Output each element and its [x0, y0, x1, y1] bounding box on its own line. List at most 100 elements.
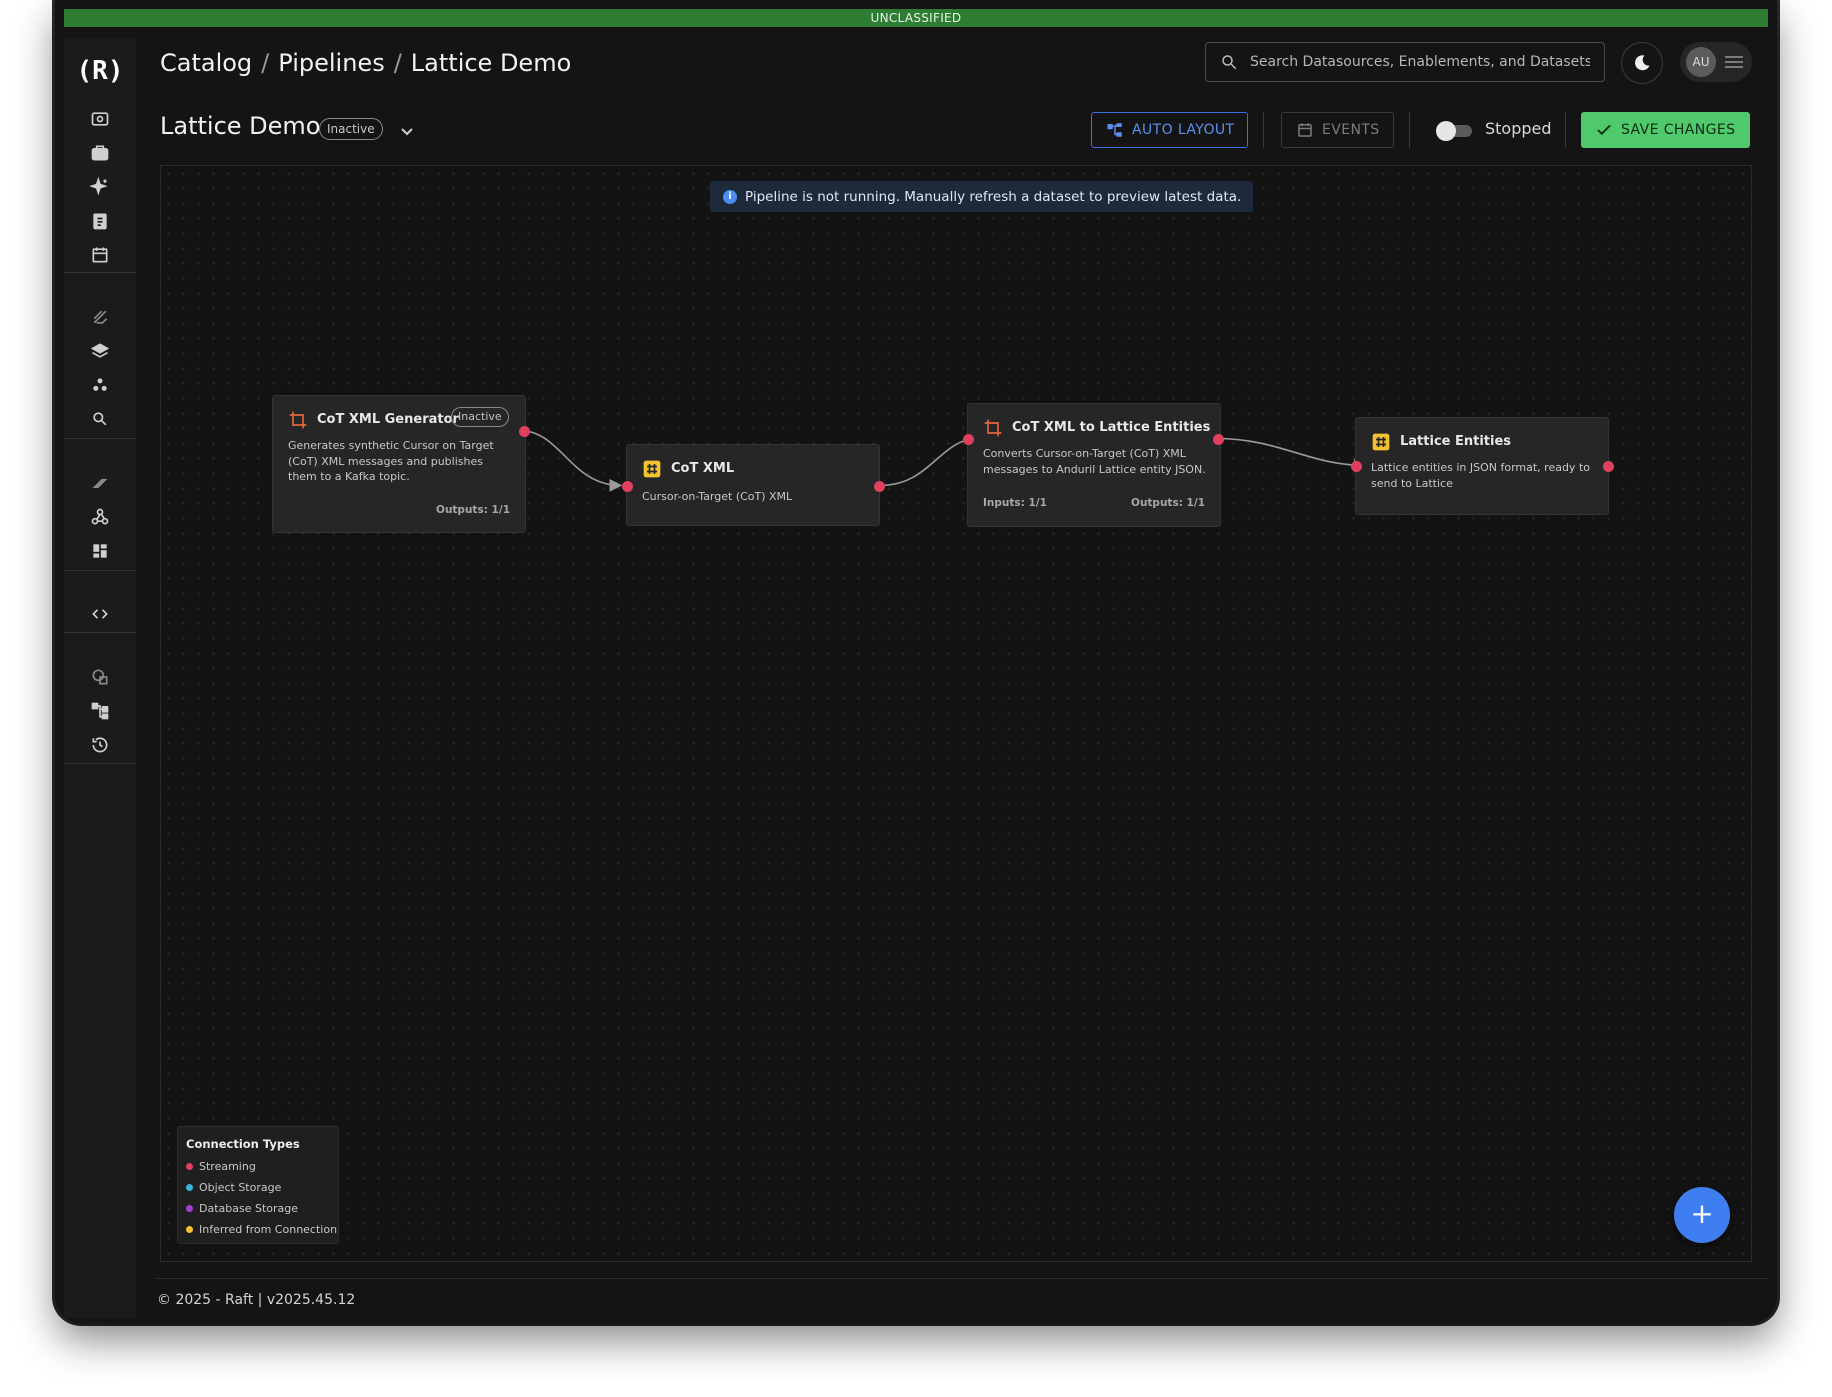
node-description: Cursor-on-Target (CoT) XML: [642, 490, 793, 503]
node-cot-xml[interactable]: CoT XML Cursor-on-Target (CoT) XML: [626, 444, 880, 526]
footer-text: © 2025 - Raft | v2025.45.12: [157, 1292, 356, 1308]
layers-icon[interactable]: [87, 338, 113, 364]
breadcrumb-separator: /: [393, 49, 402, 77]
sidebar-divider: [64, 632, 136, 633]
legend-item-label: Inferred from Connection: [199, 1223, 338, 1236]
hierarchy-icon[interactable]: [87, 698, 113, 724]
node-description: Generates synthetic Cursor on Target (Co…: [288, 439, 494, 483]
breadcrumb-separator: /: [261, 49, 270, 77]
connection-edges: [519, 429, 1367, 492]
shapes-icon[interactable]: [87, 664, 113, 690]
run-state-label: Stopped: [1485, 119, 1552, 138]
search-input[interactable]: [1248, 53, 1592, 71]
user-menu[interactable]: AU: [1680, 42, 1752, 82]
footer-divider: [155, 1278, 1768, 1279]
code-icon[interactable]: [87, 601, 113, 627]
inferred-dot-icon: [186, 1226, 193, 1233]
output-port[interactable]: [873, 480, 885, 492]
legend-item-label: Database Storage: [199, 1202, 299, 1215]
sidebar-divider: [64, 570, 136, 571]
legend-item: Streaming: [186, 1160, 256, 1173]
breadcrumb-current: Lattice Demo: [410, 49, 572, 77]
classification-banner: UNCLASSIFIED: [64, 9, 1768, 27]
node-lattice-entities[interactable]: Lattice Entities Lattice entities in JSO…: [1355, 417, 1609, 515]
node-description: Converts Cursor-on-Target (CoT) XML mess…: [983, 447, 1206, 476]
search-icon: [1222, 55, 1237, 70]
app-window: UNCLASSIFIED (R) Catalog / Pipelines / L…: [55, 0, 1777, 1323]
legend-item: Object Storage: [186, 1181, 281, 1194]
input-port[interactable]: [621, 480, 633, 492]
input-port[interactable]: [962, 433, 974, 445]
briefcase-icon[interactable]: [87, 140, 113, 166]
webhook-icon[interactable]: [87, 504, 113, 530]
sidebar-divider: [64, 438, 136, 439]
events-label: EVENTS: [1322, 122, 1380, 138]
legend-item-label: Streaming: [199, 1160, 256, 1173]
node-title: Lattice Entities: [1400, 434, 1512, 449]
output-port[interactable]: [518, 425, 530, 437]
sidebar: (R): [64, 38, 136, 1318]
crop-transform-icon: [984, 419, 1002, 437]
node-title: CoT XML to Lattice Entities: [1012, 420, 1211, 435]
calendar-icon: [1298, 123, 1312, 137]
sidebar-divider: [64, 272, 136, 273]
node-title: CoT XML: [671, 461, 735, 476]
streaming-dot-icon: [186, 1163, 193, 1170]
dashboard-icon[interactable]: [87, 538, 113, 564]
raft-logo[interactable]: (R): [64, 52, 136, 90]
eye-icon[interactable]: [87, 106, 113, 132]
node-outputs: Outputs: 1/1: [1131, 497, 1205, 509]
search-nav-icon[interactable]: [87, 406, 113, 432]
node-cot-xml-to-lattice-entities[interactable]: CoT XML to Lattice Entities Converts Cur…: [967, 403, 1221, 527]
clipboard-icon[interactable]: [87, 208, 113, 234]
events-button[interactable]: EVENTS: [1281, 112, 1394, 148]
menu-icon: [1725, 53, 1743, 71]
legend-item: Inferred from Connection: [186, 1223, 337, 1236]
legend-title: Connection Types: [186, 1137, 300, 1151]
node-title: CoT XML Generator: [317, 412, 459, 427]
sparkles-icon[interactable]: [87, 174, 113, 200]
auto-layout-label: AUTO LAYOUT: [1132, 122, 1235, 138]
node-description: Lattice entities in JSON format, ready t…: [1371, 461, 1590, 490]
lattice-icon[interactable]: [87, 470, 113, 496]
dataset-grid-icon: [643, 460, 661, 478]
moon-icon: [1635, 55, 1650, 71]
history-icon[interactable]: [87, 732, 113, 758]
avatar: AU: [1686, 47, 1716, 77]
node-inputs: Inputs: 1/1: [983, 497, 1047, 509]
node-cot-xml-generator[interactable]: CoT XML Generator Inactive Generates syn…: [272, 395, 526, 533]
chevron-down-icon[interactable]: [400, 122, 414, 141]
legend-item: Database Storage: [186, 1202, 298, 1215]
node-status-badge: Inactive: [451, 407, 509, 427]
database-storage-dot-icon: [186, 1205, 193, 1212]
output-port[interactable]: [1212, 433, 1224, 445]
group-icon[interactable]: [87, 372, 113, 398]
pipeline-status-badge: Inactive: [319, 118, 383, 140]
input-port[interactable]: [1350, 460, 1362, 472]
object-storage-dot-icon: [186, 1184, 193, 1191]
pipeline-title: Lattice Demo: [160, 112, 321, 140]
theme-toggle-button[interactable]: [1621, 42, 1663, 84]
feather-icon[interactable]: [87, 304, 113, 330]
toggle-knob: [1436, 121, 1456, 141]
toolbar-divider: [1263, 112, 1264, 148]
save-changes-button[interactable]: SAVE CHANGES: [1581, 112, 1750, 148]
add-node-button[interactable]: +: [1674, 1187, 1730, 1243]
pipeline-canvas[interactable]: i Pipeline is not running. Manually refr…: [160, 165, 1752, 1262]
connection-types-legend: Connection Types Streaming Object Storag…: [177, 1126, 339, 1244]
breadcrumb-pipelines[interactable]: Pipelines: [278, 49, 384, 77]
toolbar-divider: [1409, 112, 1410, 148]
output-port[interactable]: [1602, 460, 1614, 472]
edge-converter-to-lattice: [1216, 437, 1367, 472]
run-toggle[interactable]: [1436, 120, 1474, 141]
layout-tree-icon: [1107, 123, 1122, 137]
sidebar-divider: [64, 763, 136, 764]
calendar-icon[interactable]: [87, 242, 113, 268]
dataset-grid-icon: [1372, 433, 1390, 451]
node-outputs: Outputs: 1/1: [436, 504, 510, 516]
global-search[interactable]: [1205, 42, 1605, 82]
crop-transform-icon: [289, 411, 307, 429]
breadcrumb-catalog[interactable]: Catalog: [160, 49, 252, 77]
edge-generator-to-cotxml: [519, 429, 623, 492]
auto-layout-button[interactable]: AUTO LAYOUT: [1091, 112, 1248, 148]
